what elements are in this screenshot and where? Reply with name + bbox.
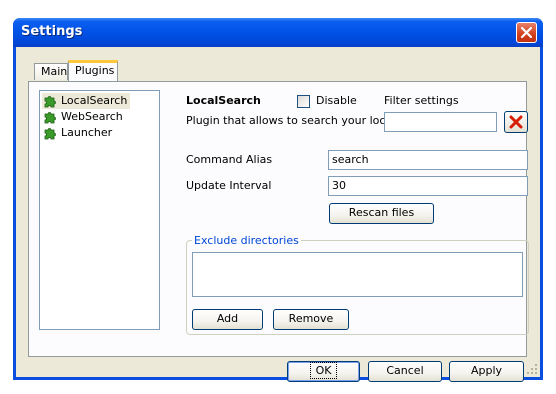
puzzle-icon xyxy=(44,96,56,108)
puzzle-icon xyxy=(44,112,56,124)
apply-label: Apply xyxy=(470,364,503,377)
tab-main-label: Main xyxy=(41,65,68,78)
window-title: Settings xyxy=(21,24,83,39)
title-bar[interactable]: Settings xyxy=(13,18,543,47)
remove-label: Remove xyxy=(288,312,334,325)
remove-button[interactable]: Remove xyxy=(273,309,349,330)
tab-plugins[interactable]: Plugins xyxy=(68,60,118,81)
filter-settings-label: Filter settings xyxy=(384,94,459,107)
tree-item-label: LocalSearch xyxy=(61,94,128,107)
exclude-directories-list[interactable] xyxy=(192,252,523,297)
cancel-button[interactable]: Cancel xyxy=(368,361,442,382)
exclude-directories-group: Exclude directories Add Remove xyxy=(186,234,529,335)
plugin-name: LocalSearch xyxy=(186,94,261,107)
rescan-files-label: Rescan files xyxy=(348,206,415,219)
update-interval-input[interactable]: 30 xyxy=(328,176,528,196)
clear-filter-button[interactable] xyxy=(504,111,528,133)
red-x-icon xyxy=(509,115,523,129)
tab-plugins-label: Plugins xyxy=(75,64,115,77)
filter-settings-input[interactable] xyxy=(384,112,497,132)
command-alias-input[interactable]: search xyxy=(328,150,528,170)
settings-window: Settings Main Plugins LocalSearch WebSea… xyxy=(13,18,543,382)
apply-button[interactable]: Apply xyxy=(449,361,524,382)
plugin-description: Plugin that allows to search your local xyxy=(186,114,396,127)
plugin-tree[interactable]: LocalSearch WebSearch Launcher xyxy=(39,90,160,330)
add-button[interactable]: Add xyxy=(192,309,263,330)
ok-button[interactable]: OK xyxy=(287,361,360,382)
tree-item-launcher[interactable]: Launcher xyxy=(42,125,115,141)
rescan-files-button[interactable]: Rescan files xyxy=(329,203,434,224)
close-button[interactable] xyxy=(516,22,537,43)
exclude-directories-legend: Exclude directories xyxy=(192,234,301,247)
plugins-tab-panel: LocalSearch WebSearch Launcher LocalSear… xyxy=(28,81,529,357)
add-label: Add xyxy=(216,312,239,325)
tree-item-localsearch[interactable]: LocalSearch xyxy=(42,93,131,109)
tree-item-websearch[interactable]: WebSearch xyxy=(42,109,126,125)
disable-label: Disable xyxy=(316,94,357,107)
puzzle-icon xyxy=(44,128,56,140)
disable-checkbox[interactable] xyxy=(297,95,310,108)
tab-main[interactable]: Main xyxy=(34,63,68,80)
cancel-label: Cancel xyxy=(386,364,424,377)
tree-item-label: Launcher xyxy=(61,126,113,139)
ok-label: OK xyxy=(309,362,338,379)
close-icon xyxy=(521,27,532,38)
resize-grip-icon[interactable] xyxy=(526,363,538,375)
dialog-client-area: Main Plugins LocalSearch WebSearch Launc… xyxy=(16,47,540,382)
tree-item-label: WebSearch xyxy=(61,110,123,123)
update-interval-label: Update Interval xyxy=(186,179,272,192)
command-alias-label: Command Alias xyxy=(186,153,273,166)
